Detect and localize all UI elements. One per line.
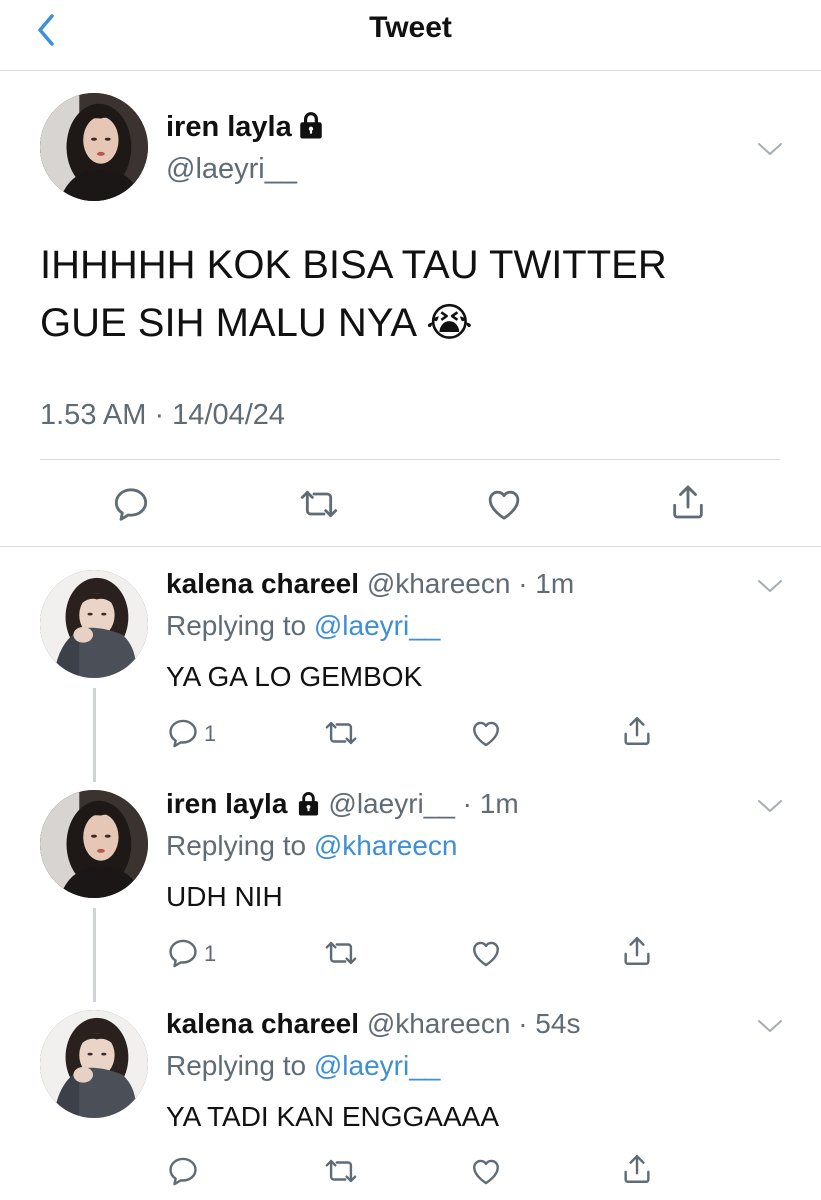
avatar[interactable] xyxy=(40,570,148,678)
reply-header: kalena chareel @khareecn · 1m xyxy=(166,568,574,600)
thread-line xyxy=(93,688,96,782)
like-button[interactable] xyxy=(469,716,503,750)
like-icon xyxy=(469,1154,503,1188)
reply-text: UDH NIH xyxy=(166,881,283,912)
reply-handle-time: @khareecn · 1m xyxy=(366,568,575,599)
tweet-timestamp: 1.53 AM · 14/04/24 xyxy=(40,399,286,431)
avatar[interactable] xyxy=(40,1010,148,1118)
reply-author-name[interactable]: kalena chareel xyxy=(166,568,359,599)
share-button[interactable] xyxy=(668,482,708,522)
reply-button[interactable] xyxy=(166,1154,200,1188)
share-button[interactable] xyxy=(620,1152,654,1186)
avatar[interactable] xyxy=(40,93,148,201)
retweet-button[interactable] xyxy=(324,716,358,750)
chevron-down-icon[interactable] xyxy=(756,796,784,816)
replying-label: Replying to xyxy=(166,830,314,861)
like-icon xyxy=(469,716,503,750)
retweet-icon xyxy=(324,1154,358,1188)
reply-count: 1 xyxy=(204,941,217,966)
mention-link[interactable]: @laeyri__ xyxy=(314,610,440,641)
reply-author-name[interactable]: kalena chareel xyxy=(166,1008,359,1039)
retweet-icon xyxy=(324,716,358,750)
page-title: Tweet xyxy=(369,11,452,44)
replying-label: Replying to xyxy=(166,610,314,641)
reply-button[interactable] xyxy=(111,484,151,524)
divider xyxy=(0,546,821,547)
share-icon xyxy=(620,934,654,968)
replying-to: Replying to @khareecn xyxy=(166,830,457,862)
reply-button[interactable] xyxy=(166,936,200,970)
author-handle[interactable]: @laeyri__ xyxy=(166,152,297,186)
like-icon xyxy=(469,936,503,970)
tweet-text: IHHHHH KOK BISA TAU TWITTER GUE SIH MALU… xyxy=(40,236,780,352)
chevron-down-icon[interactable] xyxy=(756,576,784,596)
like-button[interactable] xyxy=(484,484,524,524)
reply-handle-time: @laeyri__ · 1m xyxy=(328,788,519,819)
replying-to: Replying to @laeyri__ xyxy=(166,610,440,642)
like-button[interactable] xyxy=(469,936,503,970)
tweet-text-line: GUE SIH MALU NYA 😭 xyxy=(40,301,473,345)
top-bar: Tweet xyxy=(0,0,821,71)
lock-icon xyxy=(298,111,324,139)
mention-link[interactable]: @laeyri__ xyxy=(314,1050,440,1081)
share-icon xyxy=(620,714,654,748)
share-button[interactable] xyxy=(620,714,654,748)
reply-text: YA TADI KAN ENGGAAAA xyxy=(166,1101,499,1132)
chevron-down-icon[interactable] xyxy=(756,139,784,159)
author-name[interactable]: iren layla xyxy=(166,111,292,143)
lock-icon xyxy=(297,791,320,816)
thread-line xyxy=(93,908,96,1002)
reply-handle-time: @khareecn · 54s xyxy=(366,1008,581,1039)
retweet-button[interactable] xyxy=(324,1154,358,1188)
reply-icon xyxy=(166,716,200,750)
like-icon xyxy=(484,484,524,524)
reply-header: iren layla @laeyri__ · 1m xyxy=(166,788,519,820)
reply-text: YA GA LO GEMBOK xyxy=(166,661,423,692)
reply-button[interactable] xyxy=(166,716,200,750)
retweet-icon xyxy=(324,936,358,970)
reply-icon xyxy=(166,1154,200,1188)
back-chevron-icon[interactable] xyxy=(30,10,70,50)
reply-icon xyxy=(166,936,200,970)
tweet-text-line: IHHHHH KOK BISA TAU TWITTER xyxy=(40,243,667,287)
retweet-icon xyxy=(299,484,339,524)
reply-author-name[interactable]: iren layla xyxy=(166,788,287,819)
reply-header: kalena chareel @khareecn · 54s xyxy=(166,1008,580,1040)
replying-to: Replying to @laeyri__ xyxy=(166,1050,440,1082)
author-name-row: iren layla xyxy=(166,110,324,144)
retweet-button[interactable] xyxy=(299,484,339,524)
share-icon xyxy=(620,1152,654,1186)
avatar[interactable] xyxy=(40,790,148,898)
share-button[interactable] xyxy=(620,934,654,968)
divider xyxy=(40,459,780,460)
like-button[interactable] xyxy=(469,1154,503,1188)
reply-icon xyxy=(111,484,151,524)
replying-label: Replying to xyxy=(166,1050,314,1081)
retweet-button[interactable] xyxy=(324,936,358,970)
share-icon xyxy=(668,482,708,522)
reply-count: 1 xyxy=(204,721,217,746)
chevron-down-icon[interactable] xyxy=(756,1016,784,1036)
mention-link[interactable]: @khareecn xyxy=(314,830,458,861)
